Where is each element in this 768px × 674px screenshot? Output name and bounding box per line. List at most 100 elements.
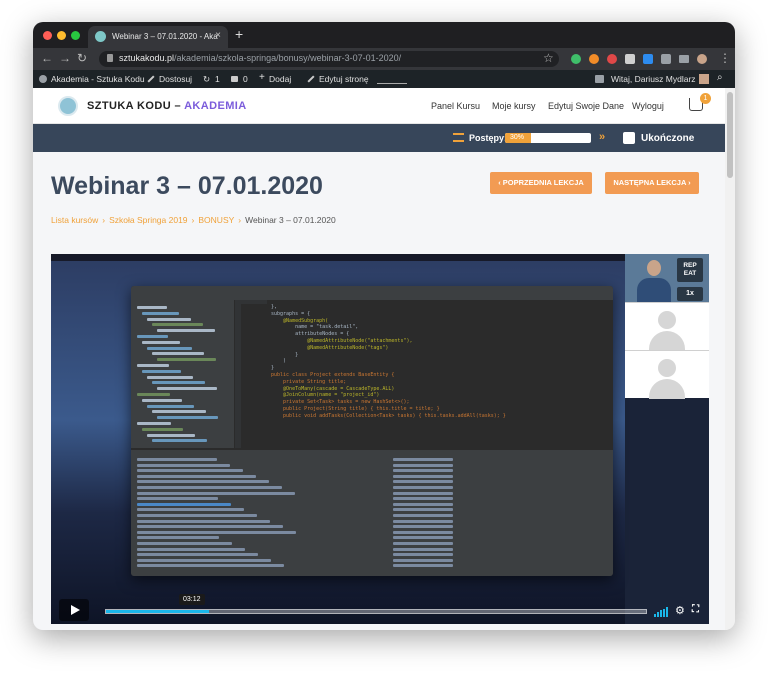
git-log-row <box>137 525 283 529</box>
extension-orange-icon[interactable] <box>589 54 599 64</box>
extension-green-icon[interactable] <box>571 54 581 64</box>
video-ide-window: }, subgraphs = { @NamedSubgraph( name = "… <box>131 286 613 576</box>
tab-title: Webinar 3 – 07.01.2020 - Aka <box>112 32 218 41</box>
admin-bar-customize[interactable]: Dostosuj <box>159 74 192 84</box>
seek-bar[interactable] <box>105 609 647 614</box>
brand-main: SZTUKA KODU – <box>87 100 185 112</box>
page-scrollbar[interactable] <box>725 88 735 630</box>
progress-list-icon <box>453 133 464 142</box>
extensions-puzzle-icon[interactable] <box>661 54 671 64</box>
git-log-row <box>137 547 245 551</box>
participant-avatar-icon <box>658 359 676 377</box>
code-line: public Project(String title) { this.titl… <box>271 405 440 412</box>
browser-tab[interactable]: Webinar 3 – 07.01.2020 - Aka × <box>88 26 228 48</box>
git-log-row <box>137 469 243 473</box>
menu-item-panel-kursu[interactable]: Panel Kursu <box>431 101 480 111</box>
profile-avatar[interactable] <box>697 54 707 64</box>
breadcrumb-item[interactable]: BONUSY <box>198 215 234 225</box>
git-log-row <box>137 463 230 467</box>
breadcrumb-item[interactable]: Lista kursów <box>51 215 98 225</box>
scrollbar-thumb[interactable] <box>727 92 733 178</box>
site-brand[interactable]: SZTUKA KODU – AKADEMIA <box>87 100 247 112</box>
next-lesson-button[interactable]: NASTĘPNA LEKCJA › <box>605 172 699 194</box>
play-button[interactable] <box>59 599 89 621</box>
playback-speed-button[interactable]: 1x <box>677 287 703 301</box>
fullscreen-icon[interactable]: ⛶ <box>692 604 699 615</box>
forward-icon[interactable]: → <box>59 51 71 65</box>
presenter-webcam: REP EAT 1x <box>625 254 709 302</box>
tree-row <box>152 352 204 356</box>
completed-checkbox[interactable] <box>623 132 635 144</box>
extension-blue-icon[interactable] <box>643 54 653 64</box>
extension-red-icon[interactable] <box>607 54 617 64</box>
cart-count-badge: 1 <box>700 93 711 104</box>
updates-count[interactable]: 1 <box>215 74 220 84</box>
git-log-author <box>393 530 453 534</box>
code-line: @NamedSubgraph( <box>271 317 329 324</box>
brand-accent: AKADEMIA <box>184 100 247 112</box>
menu-item-wyloguj[interactable]: Wyloguj <box>632 101 664 111</box>
comments-count[interactable]: 0 <box>243 74 248 84</box>
video-mac-menubar <box>51 254 625 261</box>
admin-avatar[interactable] <box>699 74 709 84</box>
code-line: @JoinColumn(name = "project_id") <box>271 392 380 399</box>
bookmark-star-icon[interactable]: ☆ <box>543 51 554 65</box>
url-path: /akademia/szkola-springa/bonusy/webinar-… <box>174 53 402 63</box>
seek-bar-played <box>106 610 209 613</box>
extension-camera-icon[interactable] <box>625 54 635 64</box>
git-log-author <box>393 486 453 489</box>
search-icon[interactable]: ⌕ <box>717 72 723 83</box>
wordpress-logo-icon[interactable] <box>39 75 47 83</box>
new-tab-button[interactable]: + <box>235 26 243 42</box>
git-log-author <box>393 458 453 461</box>
close-tab-icon[interactable]: × <box>215 30 221 41</box>
git-log-author <box>393 491 453 495</box>
progress-band: Postępy: 30% » Ukończone <box>33 124 735 152</box>
site-favicon-icon <box>95 31 106 42</box>
breadcrumb: Lista kursów › Szkoła Springa 2019 › BONUSY ›… <box>51 215 336 225</box>
video-player[interactable]: }, subgraphs = { @NamedSubgraph( name = "… <box>51 254 709 624</box>
repeat-button[interactable]: REP EAT <box>677 258 703 282</box>
completed-label[interactable]: Ukończone <box>641 133 694 144</box>
tree-row <box>147 404 194 408</box>
git-log-row <box>137 508 244 512</box>
git-log-author <box>393 502 453 506</box>
participant-body-icon <box>649 331 685 351</box>
pencil-icon <box>307 75 315 83</box>
tree-row <box>142 398 182 402</box>
ide-toolbar <box>131 286 613 300</box>
participant-avatar-icon <box>658 311 676 329</box>
logo-avatar[interactable] <box>58 96 78 116</box>
notification-icon[interactable] <box>595 75 604 83</box>
git-log-row <box>137 553 258 557</box>
tree-row <box>142 427 183 431</box>
admin-bar-site[interactable]: Akademia - Sztuka Kodu <box>51 74 145 84</box>
browser-menu-icon[interactable]: ⋮ <box>719 51 731 65</box>
git-log-author <box>393 542 453 545</box>
breadcrumb-item[interactable]: Szkoła Springa 2019 <box>109 215 187 225</box>
volume-icon[interactable] <box>654 607 668 617</box>
code-line: subgraphs = { <box>271 310 311 317</box>
page-title: Webinar 3 – 07.01.2020 <box>51 172 323 200</box>
git-log-author <box>393 514 453 517</box>
git-log-author <box>393 474 453 478</box>
menu-item-edytuj-dane[interactable]: Edytuj Swoje Dane <box>548 101 624 111</box>
previous-lesson-button[interactable]: ‹ POPRZEDNIA LEKCJA <box>490 172 592 194</box>
git-log-row <box>137 536 219 540</box>
reload-icon[interactable]: ↻ <box>77 51 87 65</box>
code-line: ) <box>271 358 287 365</box>
git-log-author <box>393 525 453 529</box>
minimize-window-button[interactable] <box>57 31 66 40</box>
close-window-button[interactable] <box>43 31 52 40</box>
git-log-row <box>137 514 257 517</box>
menu-item-moje-kursy[interactable]: Moje kursy <box>492 101 536 111</box>
settings-gear-icon[interactable]: ⚙ <box>675 604 685 617</box>
admin-bar-greeting[interactable]: Witaj, Dariusz Mydlarz <box>611 74 696 84</box>
admin-bar-add-new[interactable]: Dodaj <box>269 74 291 84</box>
maximize-window-button[interactable] <box>71 31 80 40</box>
reading-list-icon[interactable] <box>679 55 689 63</box>
stats-sparkline-icon[interactable] <box>377 74 407 84</box>
back-icon[interactable]: ← <box>41 51 53 65</box>
admin-bar-edit-page[interactable]: Edytuj stronę <box>319 74 369 84</box>
url-input[interactable]: sztukakodu.pl/akademia/szkola-springa/bo… <box>99 51 559 67</box>
